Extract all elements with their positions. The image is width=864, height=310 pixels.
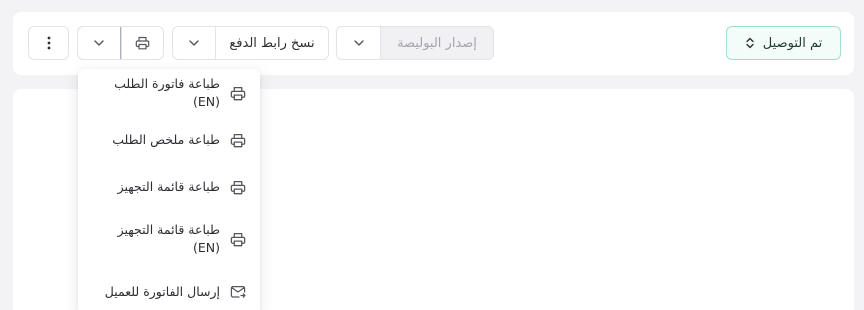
more-actions-button[interactable] bbox=[28, 26, 69, 60]
chevron-down-icon bbox=[353, 40, 364, 46]
menu-item-print-picking-list-en[interactable]: طباعة قائمة التجهيز (EN) bbox=[78, 219, 260, 259]
copy-payment-link-split-button: نسخ رابط الدفع bbox=[172, 26, 329, 60]
menu-item-label: طباعة ملخص الطلب bbox=[112, 132, 220, 147]
issue-policy-button[interactable]: إصدار البوليصة bbox=[381, 27, 493, 59]
print-dropdown-toggle[interactable] bbox=[78, 27, 121, 59]
copy-payment-link-button[interactable]: نسخ رابط الدفع bbox=[216, 27, 328, 59]
menu-item-send-invoice-to-customer[interactable]: إرسال الفاتورة للعميل bbox=[78, 280, 260, 304]
order-toolbar: تم التوصيل إصدار البوليصة نسخ رابط الدفع bbox=[13, 12, 854, 75]
printer-icon bbox=[135, 36, 150, 50]
printer-icon bbox=[230, 232, 246, 247]
issue-policy-dropdown-toggle[interactable] bbox=[337, 27, 381, 59]
copy-payment-link-dropdown-toggle[interactable] bbox=[173, 27, 216, 59]
chevron-down-icon bbox=[189, 40, 199, 46]
printer-icon bbox=[230, 180, 246, 195]
send-mail-icon bbox=[230, 285, 246, 299]
more-vertical-icon bbox=[47, 36, 51, 50]
order-status-label: تم التوصيل bbox=[762, 35, 823, 51]
menu-item-print-order-summary[interactable]: طباعة ملخص الطلب bbox=[78, 128, 260, 152]
printer-icon bbox=[230, 133, 246, 148]
menu-item-label: طباعة قائمة التجهيز (EN) bbox=[117, 222, 220, 255]
print-options-menu: طباعة فاتورة الطلب (EN) طباعة ملخص الطلب… bbox=[78, 69, 260, 310]
issue-policy-split-button: إصدار البوليصة bbox=[336, 26, 494, 60]
sort-arrows-icon bbox=[745, 37, 755, 49]
print-split-button bbox=[77, 26, 164, 60]
order-status-button[interactable]: تم التوصيل bbox=[726, 26, 841, 60]
menu-item-label: طباعة قائمة التجهيز bbox=[117, 179, 220, 194]
menu-item-label: طباعة فاتورة الطلب (EN) bbox=[114, 76, 220, 109]
menu-item-print-invoice-en[interactable]: طباعة فاتورة الطلب (EN) bbox=[78, 76, 260, 109]
printer-icon bbox=[230, 86, 246, 101]
menu-item-label: إرسال الفاتورة للعميل bbox=[104, 284, 220, 299]
menu-item-print-picking-list[interactable]: طباعة قائمة التجهيز bbox=[78, 175, 260, 199]
print-button[interactable] bbox=[121, 27, 163, 59]
chevron-down-icon bbox=[94, 40, 104, 46]
